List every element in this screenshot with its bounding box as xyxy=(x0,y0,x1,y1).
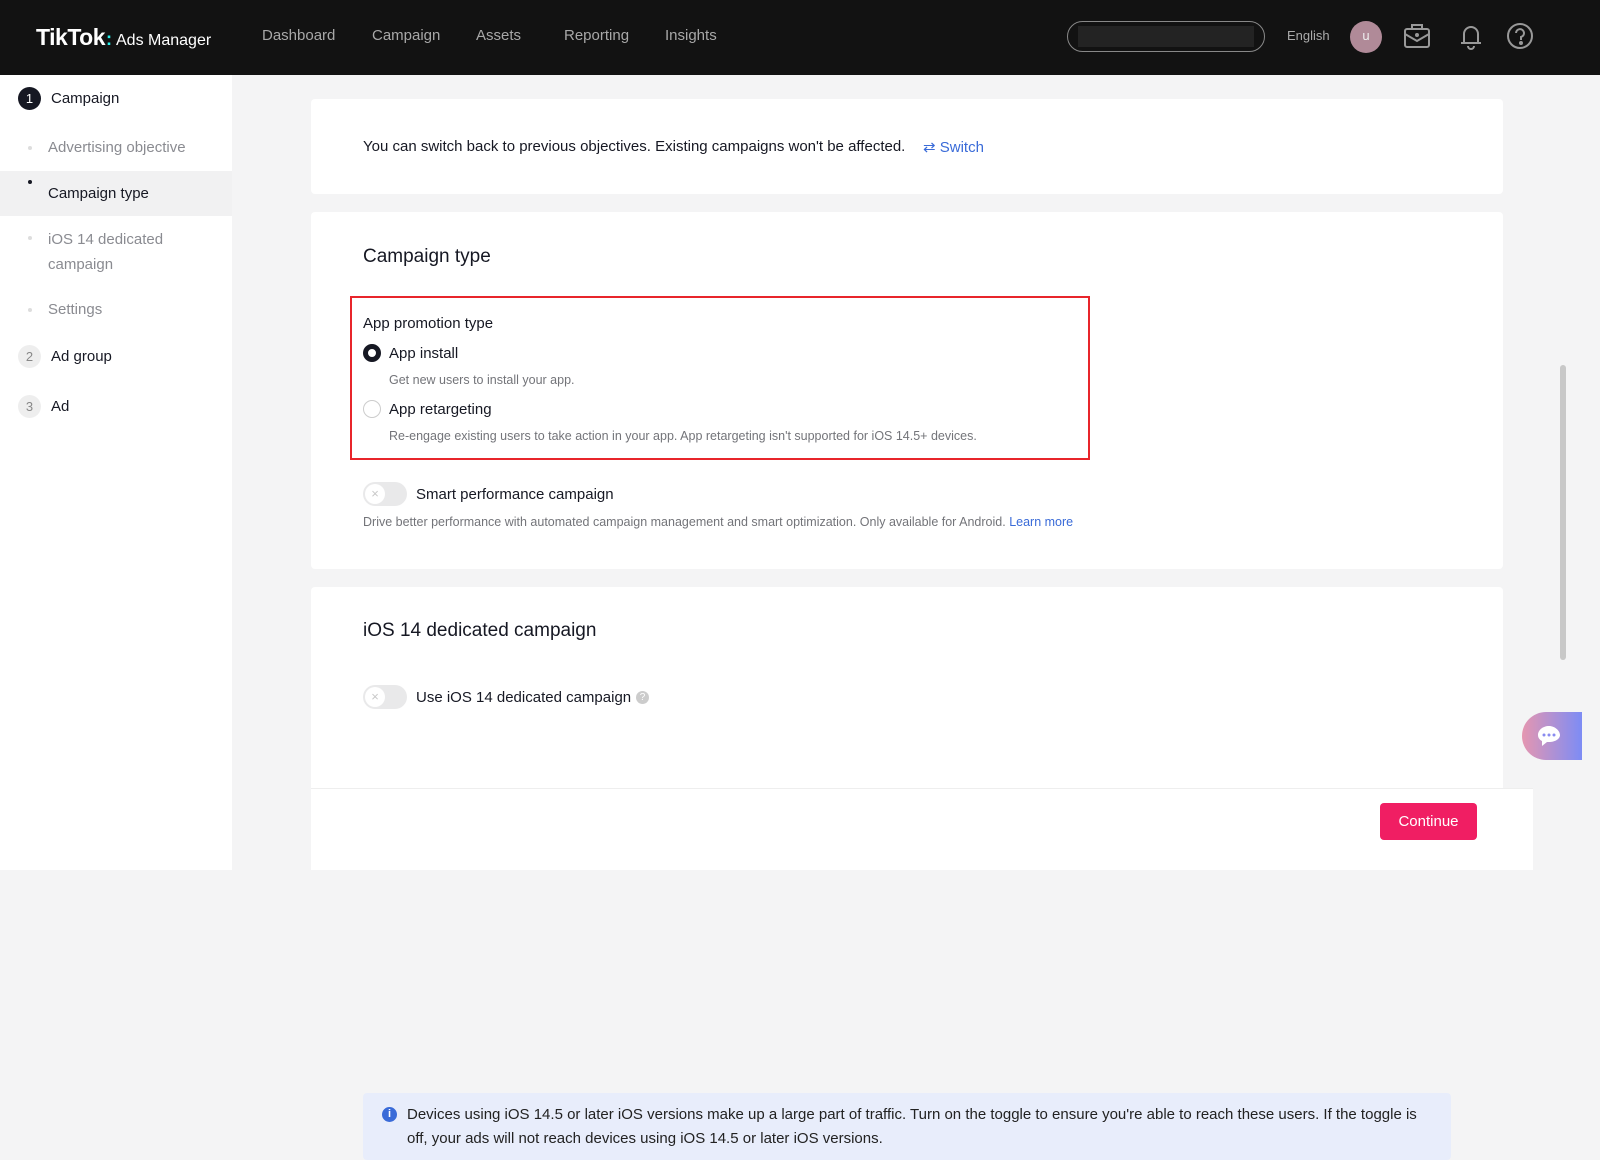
section-title: Campaign type xyxy=(363,246,491,267)
ios14-title: iOS 14 dedicated campaign xyxy=(363,620,597,641)
smart-performance-label: Smart performance campaign xyxy=(416,486,614,503)
substep-campaign-type[interactable]: Campaign type xyxy=(0,171,232,216)
nav-campaign[interactable]: Campaign xyxy=(372,27,440,44)
substep-ios14[interactable]: iOS 14 dedicated campaign xyxy=(0,227,180,277)
continue-button[interactable]: Continue xyxy=(1380,803,1477,840)
search-input[interactable] xyxy=(1067,21,1265,52)
top-nav-bar: TikTok: Ads Manager Dashboard Campaign As… xyxy=(0,0,1600,75)
step-campaign[interactable]: 1 Campaign xyxy=(18,87,119,110)
chat-support-button[interactable] xyxy=(1522,712,1582,760)
promotion-type-label: App promotion type xyxy=(363,315,494,332)
switch-link[interactable]: ⇄ Switch xyxy=(923,138,984,156)
ios14-toggle-label: Use iOS 14 dedicated campaign xyxy=(416,689,632,706)
app-install-label[interactable]: App install xyxy=(389,345,458,362)
bell-icon[interactable] xyxy=(1456,21,1486,51)
language-selector[interactable]: English xyxy=(1287,28,1330,43)
objective-notice-card: You can switch back to previous objectiv… xyxy=(311,99,1503,194)
info-icon: i xyxy=(382,1107,397,1122)
smart-performance-toggle[interactable] xyxy=(363,482,407,506)
sidebar: 1 Campaign Advertising objective Campaign… xyxy=(0,75,232,870)
nav-assets[interactable]: Assets xyxy=(476,27,521,44)
objective-notice-text: You can switch back to previous objectiv… xyxy=(363,138,906,155)
app-install-desc: Get new users to install your app. xyxy=(389,373,575,387)
app-retargeting-desc: Re-engage existing users to take action … xyxy=(389,429,977,443)
smart-performance-desc: Drive better performance with automated … xyxy=(363,515,1006,529)
nav-dashboard[interactable]: Dashboard xyxy=(262,27,335,44)
campaign-type-card: Campaign type App promotion type App ins… xyxy=(311,212,1503,569)
step-ad[interactable]: 3 Ad xyxy=(18,395,69,418)
ios14-info-text: Devices using iOS 14.5 or later iOS vers… xyxy=(407,1106,1417,1147)
footer-bar: Continue xyxy=(311,788,1533,870)
help-icon[interactable]: ? xyxy=(636,691,649,704)
nav-reporting[interactable]: Reporting xyxy=(564,27,629,44)
substep-settings[interactable]: Settings xyxy=(0,299,232,321)
ios14-info-banner: i Devices using iOS 14.5 or later iOS ve… xyxy=(363,1093,1451,1160)
chat-icon xyxy=(1538,726,1560,746)
radio-app-install[interactable] xyxy=(363,344,381,362)
learn-more-link[interactable]: Learn more xyxy=(1009,515,1073,529)
substep-advertising-objective[interactable]: Advertising objective xyxy=(0,137,232,159)
app-retargeting-label[interactable]: App retargeting xyxy=(389,401,492,418)
help-icon[interactable] xyxy=(1505,21,1535,51)
step-ad-group[interactable]: 2 Ad group xyxy=(18,345,112,368)
ios14-toggle[interactable] xyxy=(363,685,407,709)
radio-app-retargeting[interactable] xyxy=(363,400,381,418)
logo[interactable]: TikTok: Ads Manager xyxy=(36,24,211,51)
briefcase-icon[interactable] xyxy=(1402,21,1432,51)
avatar[interactable]: u xyxy=(1350,21,1382,53)
scrollbar[interactable] xyxy=(1560,365,1566,660)
nav-insights[interactable]: Insights xyxy=(665,27,717,44)
